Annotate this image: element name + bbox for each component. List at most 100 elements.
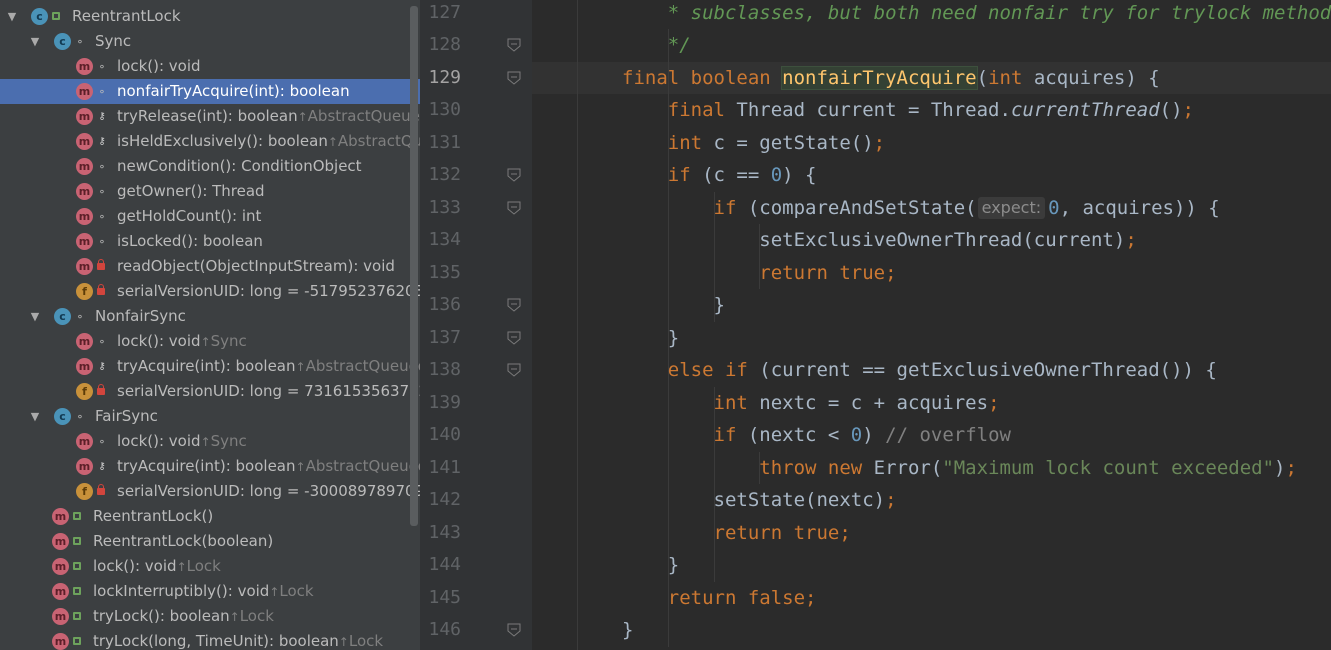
method-icon: m: [76, 458, 93, 475]
code-line[interactable]: return true;: [576, 257, 896, 290]
fold-marker-icon[interactable]: [507, 201, 521, 215]
code-token: final boolean: [622, 66, 783, 89]
fold-marker-icon[interactable]: [507, 168, 521, 182]
structure-item-label: nonfairTryAcquire(int): boolean: [117, 79, 350, 104]
code-line[interactable]: * subclasses, but both need nonfair try …: [576, 0, 1331, 29]
class-icon: c: [54, 408, 71, 425]
code-line[interactable]: if (c == 0) {: [576, 159, 817, 192]
expand-arrow-icon[interactable]: ▼: [29, 304, 41, 329]
structure-item[interactable]: m ⚷ tryAcquire(int): boolean ↑AbstractQueu…: [0, 454, 420, 479]
fold-marker-icon[interactable]: [507, 363, 521, 377]
package-private-icon: ∘: [98, 60, 106, 73]
structure-item[interactable]: ▼ c ∘ FairSync: [0, 404, 420, 429]
public-icon: [73, 562, 81, 570]
code-editor[interactable]: * subclasses, but both need nonfair try …: [532, 0, 1331, 650]
field-icon: f: [76, 383, 93, 400]
package-private-icon: ∘: [98, 235, 106, 248]
structure-item[interactable]: ▼ c ReentrantLock: [0, 4, 420, 29]
code-line[interactable]: else if (current == getExclusiveOwnerThr…: [576, 354, 1217, 387]
structure-item[interactable]: m ∘ nonfairTryAcquire(int): boolean: [0, 79, 420, 104]
member-name: lock(): [117, 332, 159, 350]
structure-item-label: lock(): void ↑Lock: [93, 554, 221, 580]
line-number: 135: [428, 261, 461, 283]
structure-item[interactable]: m ⚷ isHeldExclusively(): boolean ↑Abstract…: [0, 129, 420, 154]
structure-item[interactable]: m lock(): void ↑Lock: [0, 554, 420, 579]
member-name: ReentrantLock(): [93, 507, 214, 525]
code-token: * subclasses, but both need nonfair try …: [667, 1, 1331, 24]
fold-marker-icon[interactable]: [507, 71, 521, 85]
code-token: (): [1159, 99, 1183, 121]
fold-marker-icon[interactable]: [507, 298, 521, 312]
code-line[interactable]: int nextc = c + acquires;: [576, 387, 1000, 420]
structure-item[interactable]: f serialVersionUID: long = -3000897897090…: [0, 479, 420, 504]
code-line[interactable]: final Thread current = Thread.currentThr…: [576, 94, 1194, 127]
structure-item[interactable]: m ReentrantLock(boolean): [0, 529, 420, 554]
code-line[interactable]: setState(nextc);: [576, 484, 897, 517]
line-number: 146: [428, 619, 461, 640]
structure-item[interactable]: m ∘ getHoldCount(): int: [0, 204, 420, 229]
override-class: Lock: [279, 582, 314, 600]
method-icon: m: [52, 533, 69, 550]
structure-item[interactable]: f serialVersionUID: long = -5179523762034…: [0, 279, 420, 304]
code-line[interactable]: final boolean nonfairTryAcquire(int acqu…: [576, 62, 1160, 95]
expand-arrow-icon[interactable]: ▼: [29, 29, 41, 54]
member-name: ReentrantLock(boolean): [93, 532, 274, 550]
override-hint: ↑AbstractQueuedSynchronizer: [296, 357, 421, 375]
override-class: AbstractQueuedSynchronizer: [337, 132, 420, 150]
code-line[interactable]: int c = getState();: [576, 127, 885, 160]
structure-item[interactable]: m lockInterruptibly(): void ↑Lock: [0, 579, 420, 604]
structure-item[interactable]: f serialVersionUID: long = 73161535637828…: [0, 379, 420, 404]
code-token: (: [976, 66, 989, 89]
override-arrow-icon: ↑: [176, 560, 187, 574]
fold-marker-icon[interactable]: [507, 38, 521, 52]
structure-item[interactable]: m tryLock(long, TimeUnit): boolean ↑Lock: [0, 629, 420, 650]
structure-item[interactable]: m ∘ lock(): void: [0, 54, 420, 79]
code-line[interactable]: }: [576, 614, 633, 647]
member-signature: : void: [158, 332, 201, 350]
code-token: if: [713, 196, 748, 219]
member-name: getHoldCount(): [117, 207, 233, 225]
protected-icon: ⚷: [98, 361, 106, 372]
override-hint: ↑Lock: [339, 632, 383, 650]
public-icon: [52, 12, 60, 20]
structure-item[interactable]: m ∘ lock(): void ↑Sync: [0, 429, 420, 454]
structure-item[interactable]: m tryLock(): boolean ↑Lock: [0, 604, 420, 629]
structure-item-label: ReentrantLock(boolean): [93, 529, 273, 554]
code-line[interactable]: if (compareAndSetState(expect: 0, acquire…: [576, 192, 1220, 225]
member-name: tryRelease(int): [117, 107, 228, 125]
expand-arrow-icon[interactable]: ▼: [6, 4, 18, 29]
structure-item[interactable]: m ∘ getOwner(): Thread: [0, 179, 420, 204]
structure-item[interactable]: m ∘ lock(): void ↑Sync: [0, 329, 420, 354]
fold-marker-icon[interactable]: [507, 331, 521, 345]
structure-item[interactable]: m ReentrantLock(): [0, 504, 420, 529]
private-lock-icon: [97, 259, 105, 270]
code-line[interactable]: }: [576, 289, 725, 322]
code-line[interactable]: setExclusiveOwnerThread(current);: [576, 224, 1137, 257]
code-line[interactable]: if (nextc < 0) // overflow: [576, 419, 1011, 452]
code-line[interactable]: }: [576, 322, 679, 355]
structure-item[interactable]: m ∘ newCondition(): ConditionObject: [0, 154, 420, 179]
structure-item[interactable]: ▼ c ∘ Sync: [0, 29, 420, 54]
code-line[interactable]: return true;: [576, 517, 851, 550]
code-line[interactable]: return false;: [576, 582, 817, 615]
structure-scrollbar[interactable]: [410, 6, 418, 526]
structure-item[interactable]: m ⚷ tryRelease(int): boolean ↑AbstractQueu…: [0, 104, 420, 129]
expand-arrow-icon[interactable]: ▼: [29, 404, 41, 429]
structure-item[interactable]: m ⚷ tryAcquire(int): boolean ↑AbstractQueu…: [0, 354, 420, 379]
structure-item[interactable]: m readObject(ObjectInputStream): void: [0, 254, 420, 279]
member-name: lock(): [117, 432, 159, 450]
package-private-icon: ∘: [98, 210, 106, 223]
code-line[interactable]: throw new Error("Maximum lock count exce…: [576, 452, 1297, 485]
structure-item-label: serialVersionUID: long = 731615356378282…: [117, 379, 420, 404]
structure-item-label: getOwner(): Thread: [117, 179, 265, 204]
fold-marker-icon[interactable]: [507, 623, 521, 637]
protected-icon: ⚷: [98, 136, 106, 147]
code-line[interactable]: */: [576, 29, 691, 62]
structure-item[interactable]: m ∘ isLocked(): boolean: [0, 229, 420, 254]
structure-item[interactable]: ▼ c ∘ NonfairSync: [0, 304, 420, 329]
method-icon: m: [76, 333, 93, 350]
code-line[interactable]: }: [576, 549, 679, 582]
